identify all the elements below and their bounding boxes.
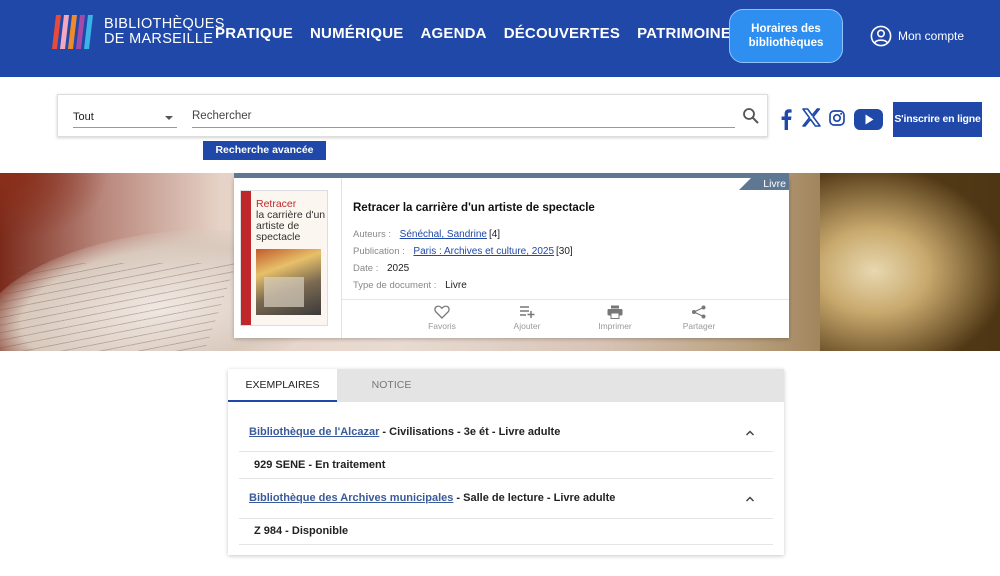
cover-title-rest: la carrière d'un artiste de spectacle (256, 209, 326, 243)
copies-tabs: EXEMPLAIRES NOTICE (228, 369, 784, 402)
account-link[interactable]: Mon compte (870, 25, 964, 47)
meta-doctype-label: Type de document : (353, 280, 437, 291)
instagram-icon[interactable] (829, 110, 845, 126)
meta-authors: Auteurs : Sénéchal, Sandrine [4] (353, 229, 500, 240)
chevron-down-icon (165, 116, 173, 120)
cover-container: Retracer la carrière d'un artiste de spe… (234, 178, 342, 338)
chevron-up-icon[interactable] (745, 494, 755, 504)
user-circle-icon (870, 25, 892, 47)
search-bar: Tout (57, 94, 768, 137)
hero-decor-shadow (0, 173, 110, 243)
heart-icon (434, 305, 450, 319)
meta-doctype-value: Livre (445, 280, 467, 291)
cover-illustration (256, 249, 321, 315)
nav-item-patrimoine[interactable]: PATRIMOINE (637, 25, 731, 42)
site-logo[interactable]: BIBLIOTHÈQUES DE MARSEILLE (52, 15, 224, 49)
meta-date-value: 2025 (387, 263, 410, 274)
x-icon[interactable] (802, 108, 821, 127)
site-header: BIBLIOTHÈQUES DE MARSEILLE PRATIQUE NUMÉ… (0, 0, 1000, 77)
share-icon (692, 305, 706, 319)
record-card: Livre Retracer la carrière d'un artiste … (234, 173, 789, 338)
meta-doctype: Type de document : Livre (353, 280, 467, 291)
logo-line-1: BIBLIOTHÈQUES (104, 16, 225, 32)
nav-item-agenda[interactable]: AGENDA (420, 25, 486, 42)
meta-date: Date : 2025 (353, 263, 409, 274)
copy-location-row[interactable]: Bibliothèque des Archives municipales - … (249, 492, 615, 504)
nav-item-decouvertes[interactable]: DÉCOUVERTES (504, 25, 620, 42)
cover-spine (241, 191, 251, 325)
meta-publication: Publication : Paris : Archives et cultur… (353, 246, 573, 257)
add-to-list-label: Ajouter (513, 321, 541, 331)
logo-text: BIBLIOTHÈQUES DE MARSEILLE (104, 17, 225, 47)
copy-holding: Z 984 - Disponible (254, 525, 349, 537)
document-type-badge: Livre (739, 178, 789, 190)
nav-item-pratique[interactable]: PRATIQUE (215, 25, 293, 42)
add-to-list-button[interactable]: Ajouter (497, 305, 557, 331)
divider (239, 451, 773, 452)
divider (239, 518, 773, 519)
meta-publication-value[interactable]: Paris : Archives et culture, 2025 (413, 246, 554, 257)
divider (239, 478, 773, 479)
meta-publication-label: Publication : (353, 246, 405, 257)
divider (239, 544, 773, 545)
search-icon[interactable] (742, 107, 760, 125)
main-nav: PRATIQUE NUMÉRIQUE AGENDA DÉCOUVERTES PA… (215, 25, 748, 42)
record-title[interactable]: Retracer la carrière d'un artiste de spe… (353, 202, 595, 214)
facebook-icon[interactable] (780, 108, 792, 130)
cover-title: Retracer la carrière d'un artiste de spe… (256, 199, 327, 243)
copies-panel: EXEMPLAIRES NOTICE Bibliothèque de l'Alc… (228, 369, 784, 555)
library-link[interactable]: Bibliothèque des Archives municipales (249, 492, 453, 504)
tab-exemplaires[interactable]: EXEMPLAIRES (228, 369, 337, 402)
hero-decor-text-lines (0, 263, 237, 351)
search-scope-value: Tout (73, 111, 94, 123)
youtube-icon[interactable] (854, 109, 883, 130)
meta-publication-count: [30] (556, 246, 573, 257)
share-label: Partager (682, 321, 716, 331)
chevron-up-icon[interactable] (745, 428, 755, 438)
search-input[interactable] (192, 105, 735, 128)
book-cover[interactable]: Retracer la carrière d'un artiste de spe… (240, 190, 328, 326)
playlist-add-icon (520, 306, 535, 318)
logo-stripes-icon (52, 15, 93, 49)
meta-date-label: Date : (353, 263, 379, 274)
tab-notice[interactable]: NOTICE (337, 369, 446, 402)
account-label: Mon compte (898, 29, 965, 43)
favorite-label: Favoris (428, 321, 456, 331)
library-hours-button[interactable]: Horaires des bibliothèques (729, 9, 843, 63)
print-label: Imprimer (598, 321, 632, 331)
signup-online-button[interactable]: S'inscrire en ligne (893, 102, 982, 137)
search-scope-select[interactable]: Tout (73, 105, 177, 128)
copy-holding: 929 SENE - En traitement (254, 459, 386, 471)
meta-authors-label: Auteurs : (353, 229, 392, 240)
copy-location-row[interactable]: Bibliothèque de l'Alcazar - Civilisation… (249, 426, 560, 438)
meta-authors-count: [4] (488, 229, 501, 240)
nav-item-numerique[interactable]: NUMÉRIQUE (310, 25, 403, 42)
copy-location-detail: - Civilisations - 3e ét - Livre adulte (379, 426, 561, 438)
advanced-search-button[interactable]: Recherche avancée (203, 141, 326, 160)
print-button[interactable]: Imprimer (585, 305, 645, 331)
library-link[interactable]: Bibliothèque de l'Alcazar (249, 426, 379, 438)
hero-decor-light (820, 173, 1000, 351)
printer-icon (607, 305, 623, 319)
logo-line-2: DE MARSEILLE (104, 31, 214, 47)
share-button[interactable]: Partager (669, 305, 729, 331)
record-actions: Favoris Ajouter Imprimer Partager (342, 299, 789, 338)
meta-authors-value[interactable]: Sénéchal, Sandrine (400, 229, 487, 240)
copy-location-detail: - Salle de lecture - Livre adulte (453, 492, 616, 504)
favorite-button[interactable]: Favoris (412, 305, 472, 331)
